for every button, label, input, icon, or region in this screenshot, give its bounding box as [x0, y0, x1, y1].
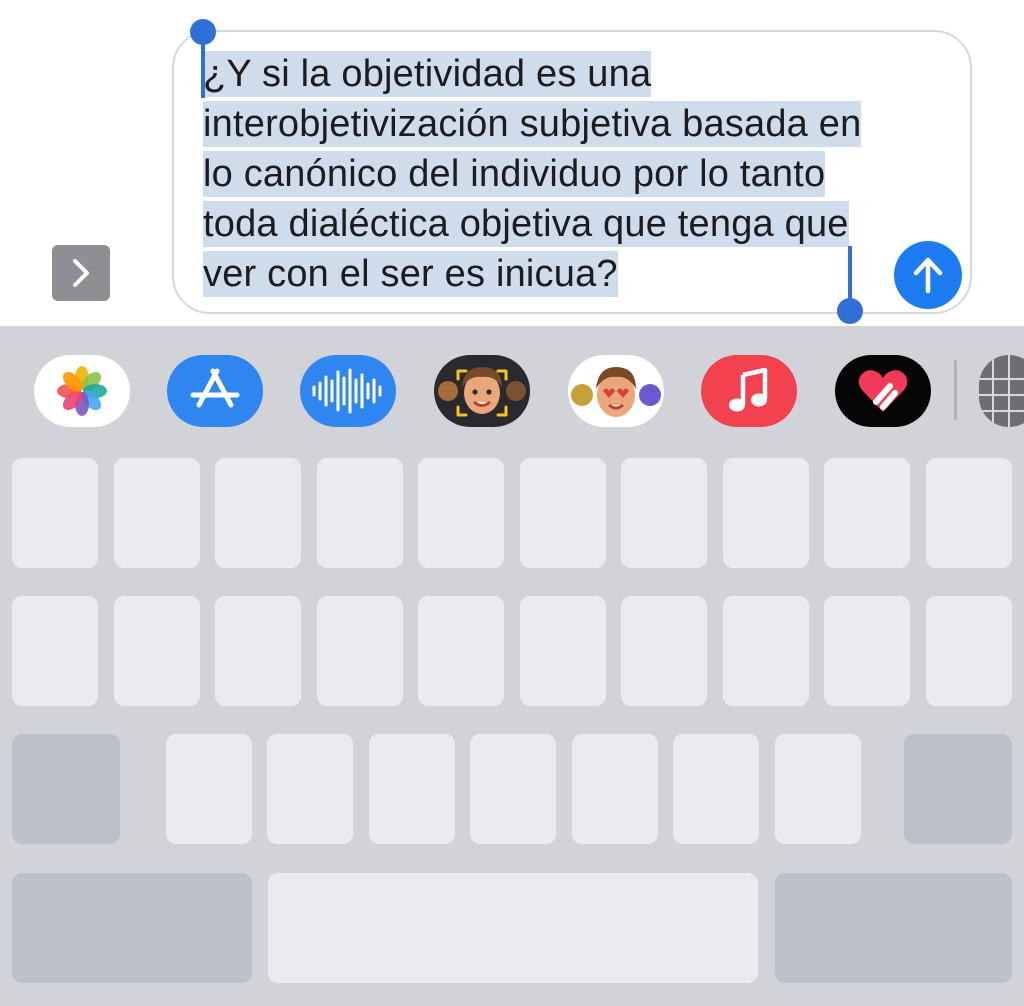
expand-apps-button[interactable] [52, 245, 110, 301]
return-key[interactable] [775, 873, 1012, 983]
selection-start-handle[interactable] [201, 36, 205, 98]
selection-end-handle[interactable] [848, 246, 852, 306]
keyboard-key[interactable] [215, 458, 301, 568]
send-button[interactable] [894, 241, 962, 309]
selected-text: ¿Y si la objetividad es una interobjetiv… [203, 51, 862, 297]
keyboard-key[interactable] [418, 458, 504, 568]
keyboard-key[interactable] [621, 458, 707, 568]
keyboard-key[interactable] [824, 596, 910, 706]
app-store-icon [190, 368, 240, 408]
audio-message-button[interactable] [300, 355, 396, 427]
app-store-button[interactable] [167, 355, 263, 427]
keyboard-key[interactable] [317, 458, 403, 568]
keyboard-key[interactable] [317, 596, 403, 706]
keyboard-key[interactable] [12, 458, 98, 568]
keyboard-key[interactable] [520, 596, 606, 706]
keyboard-key[interactable] [926, 596, 1012, 706]
more-apps-button[interactable] [979, 355, 1024, 427]
memoji-stickers-button[interactable] [434, 355, 530, 427]
keyboard-key[interactable] [418, 596, 504, 706]
keyboard-key[interactable] [12, 596, 98, 706]
keyboard-key[interactable] [621, 596, 707, 706]
keyboard-key[interactable] [470, 734, 556, 844]
keyboard-key[interactable] [166, 734, 252, 844]
keyboard-key[interactable] [824, 458, 910, 568]
animoji-icon [571, 367, 661, 417]
keyboard-key[interactable] [267, 734, 353, 844]
chevron-right-icon [73, 259, 89, 287]
keyboard-key[interactable] [215, 596, 301, 706]
photos-app-button[interactable] [34, 355, 130, 427]
keyboard-key[interactable] [114, 458, 200, 568]
music-note-icon [729, 367, 768, 412]
keyboard-key[interactable] [775, 734, 861, 844]
memoji-sticker-pack-button[interactable] [568, 355, 664, 427]
delete-key[interactable] [904, 734, 1012, 844]
message-text[interactable]: ¿Y si la objetividad es una interobjetiv… [203, 49, 883, 299]
app-drawer-divider [954, 360, 957, 420]
modifier-key-left[interactable] [12, 873, 252, 983]
keyboard-key[interactable] [926, 458, 1012, 568]
heart-touch-icon [858, 370, 908, 412]
arrow-up-icon [913, 257, 943, 294]
selection-end-knob[interactable] [837, 298, 863, 324]
more-apps-icon [979, 355, 1024, 427]
keyboard-key[interactable] [723, 596, 809, 706]
keyboard-key[interactable] [673, 734, 759, 844]
memoji-icon [438, 367, 526, 417]
keyboard-key[interactable] [520, 458, 606, 568]
keyboard-key[interactable] [572, 734, 658, 844]
digital-touch-button[interactable] [835, 355, 931, 427]
keyboard-key[interactable] [114, 596, 200, 706]
photos-icon [57, 366, 107, 416]
keyboard-key[interactable] [723, 458, 809, 568]
space-key[interactable] [268, 873, 758, 983]
music-app-button[interactable] [701, 355, 797, 427]
shift-key[interactable] [12, 734, 120, 844]
keyboard-key[interactable] [369, 734, 455, 844]
waveform-icon [312, 368, 382, 414]
